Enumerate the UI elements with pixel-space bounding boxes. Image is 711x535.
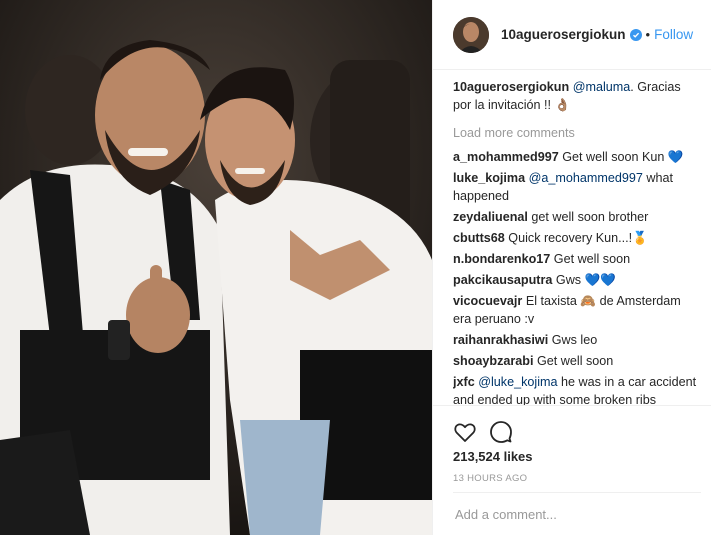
post-photo[interactable] (0, 0, 432, 535)
post-header: 10aguerosergiokun • Follow (433, 0, 711, 70)
comment-username[interactable]: cbutts68 (453, 231, 505, 245)
comment-username[interactable]: n.bondarenko17 (453, 252, 550, 266)
header-separator: • (645, 27, 651, 42)
comment-item: vicocuevajr El taxista 🙈 de Amsterdam er… (453, 292, 701, 328)
comment-item: zeydaliuenal get well soon brother (453, 208, 701, 226)
add-comment-input[interactable] (453, 505, 701, 523)
comment-username[interactable]: raihanrakhasiwi (453, 333, 548, 347)
action-icons (453, 420, 513, 444)
comment-username[interactable]: vicocuevajr (453, 294, 522, 308)
comment-username[interactable]: luke_kojima (453, 171, 525, 185)
comment-item: raihanrakhasiwi Gws leo (453, 331, 701, 349)
caption-mention[interactable]: @maluma (573, 80, 631, 94)
comment-username[interactable]: zeydaliuenal (453, 210, 528, 224)
comment-text: Quick recovery Kun...!🏅 (508, 231, 648, 245)
heart-icon[interactable] (453, 420, 477, 444)
comment-text: Gws leo (551, 333, 598, 347)
comment-username[interactable]: jxfc (453, 375, 475, 389)
load-more-comments-link[interactable]: Load more comments (453, 124, 701, 142)
post-timestamp: 13 HOURS AGO (453, 473, 528, 484)
likes-count[interactable]: 213,524 likes (453, 449, 533, 464)
comment-item: a_mohammed997 Get well soon Kun 💙 (453, 148, 701, 166)
comment-username[interactable]: a_mohammed997 (453, 150, 559, 164)
comment-item: pakcikausaputra Gws 💙💙 (453, 271, 701, 289)
caption: 10aguerosergiokun @maluma. Gracias por l… (453, 78, 701, 114)
comments-list[interactable]: 10aguerosergiokun @maluma. Gracias por l… (453, 78, 701, 405)
comment-text: Get well soon (553, 252, 631, 266)
comment-icon[interactable] (489, 420, 513, 444)
photo-illustration (0, 0, 432, 535)
comment-item: shoaybzarabi Get well soon (453, 352, 701, 370)
instagram-post-modal: 10aguerosergiokun • Follow 10aguerosergi… (0, 0, 711, 535)
comment-item: jxfc @luke_kojima he was in a car accide… (453, 373, 701, 405)
comment-username[interactable]: pakcikausaputra (453, 273, 552, 287)
comment-text: Gws 💙💙 (555, 273, 616, 287)
avatar-image (453, 16, 489, 53)
comment-item: luke_kojima @a_mohammed997 what happened (453, 169, 701, 205)
comment-item: cbutts68 Quick recovery Kun...!🏅 (453, 229, 701, 247)
comment-text: get well soon brother (531, 210, 649, 224)
follow-button[interactable]: Follow (654, 27, 693, 42)
avatar[interactable] (453, 16, 489, 53)
post-sidebar: 10aguerosergiokun • Follow 10aguerosergi… (432, 0, 711, 535)
verified-badge-icon (629, 28, 642, 41)
post-actions: 213,524 likes 13 HOURS AGO (433, 405, 711, 534)
comment-username[interactable]: shoaybzarabi (453, 354, 534, 368)
caption-username[interactable]: 10aguerosergiokun (453, 80, 569, 94)
comment-item: n.bondarenko17 Get well soon (453, 250, 701, 268)
comment-mention[interactable]: @a_mohammed997 (529, 171, 643, 185)
comment-text: Get well soon Kun 💙 (562, 150, 684, 164)
post-username[interactable]: 10aguerosergiokun (501, 27, 626, 42)
comment-mention[interactable]: @luke_kojima (478, 375, 557, 389)
add-comment-area (453, 492, 701, 535)
comment-text: Get well soon (537, 354, 614, 368)
